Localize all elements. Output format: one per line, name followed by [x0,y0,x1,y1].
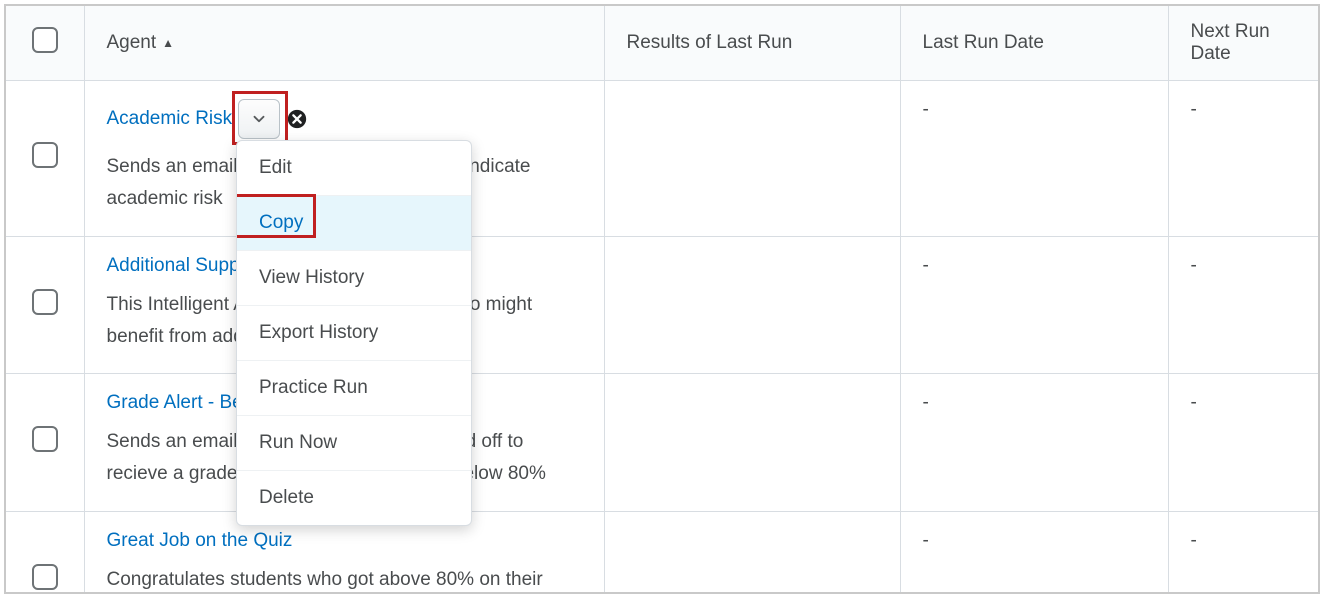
last-run-cell: - [900,374,1168,512]
header-agent[interactable]: Agent ▲ [84,6,604,81]
header-agent-label: Agent [107,32,157,54]
results-cell [604,511,900,594]
next-run-cell: - [1168,511,1318,594]
menu-delete[interactable]: Delete [237,471,471,525]
menu-edit[interactable]: Edit [237,141,471,196]
row-checkbox[interactable] [32,564,58,590]
row-checkbox[interactable] [32,426,58,452]
last-run-cell: - [900,511,1168,594]
agents-table: Agent ▲ Results of Last Run Last Run Dat… [6,6,1318,594]
table-row: Additional Support This Intelligent Agen… [6,236,1318,374]
next-run-cell: - [1168,374,1318,512]
results-cell [604,236,900,374]
menu-practice-run[interactable]: Practice Run [237,361,471,416]
table-row: Grade Alert - Below 80% Sends an email t… [6,374,1318,512]
header-last-run[interactable]: Last Run Date [900,6,1168,81]
header-next-run[interactable]: Next Run Date [1168,6,1318,81]
table-row: Great Job on the Quiz Congratulates stud… [6,511,1318,594]
sort-ascending-icon: ▲ [162,36,174,50]
select-all-checkbox[interactable] [32,27,58,53]
chevron-down-icon [250,110,268,128]
agent-link[interactable]: Academic Risk [107,108,233,130]
disabled-icon [286,108,308,130]
next-run-cell: - [1168,236,1318,374]
next-run-cell: - [1168,81,1318,237]
agent-link[interactable]: Great Job on the Quiz [107,530,293,552]
menu-run-now[interactable]: Run Now [237,416,471,471]
results-cell [604,374,900,512]
row-checkbox[interactable] [32,289,58,315]
agent-actions-menu: Edit Copy View History Export History Pr… [236,140,472,526]
results-cell [604,81,900,237]
agent-description: Congratulates students who got above 80%… [107,564,582,594]
last-run-cell: - [900,81,1168,237]
agent-actions-button[interactable] [238,99,280,139]
header-checkbox-cell [6,6,84,81]
table-row: Academic Risk Sends an email to the stud… [6,81,1318,237]
header-results[interactable]: Results of Last Run [604,6,900,81]
menu-export-history[interactable]: Export History [237,306,471,361]
last-run-cell: - [900,236,1168,374]
menu-view-history[interactable]: View History [237,251,471,306]
row-checkbox[interactable] [32,142,58,168]
menu-copy[interactable]: Copy [237,196,471,251]
